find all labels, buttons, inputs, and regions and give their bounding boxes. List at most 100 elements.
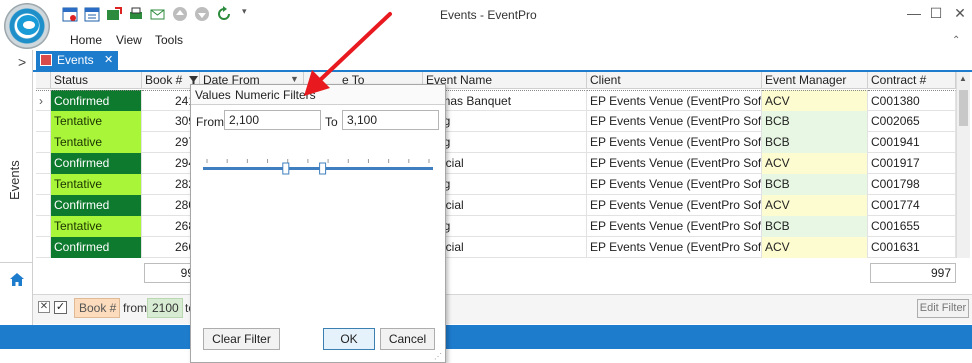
event-manager-cell[interactable]: BCB (762, 132, 868, 153)
row-indicator[interactable] (36, 111, 51, 132)
menu-tools[interactable]: Tools (155, 33, 183, 47)
event-name-cell[interactable]: Social (423, 237, 587, 258)
table-row[interactable]: Confirmed 266 Social EP Events Venue (Event… (36, 237, 956, 258)
status-cell[interactable]: Confirmed (51, 237, 142, 258)
contract-cell[interactable]: C001631 (868, 237, 956, 258)
status-cell[interactable]: Tentative (51, 216, 142, 237)
table-row[interactable]: Tentative268tingEP Events Venue (EventPr… (36, 216, 956, 237)
new-calendar-icon[interactable] (62, 6, 78, 22)
status-cell[interactable]: Confirmed (51, 90, 142, 111)
row-indicator[interactable] (36, 153, 51, 174)
minimize-button[interactable]: — (904, 4, 924, 22)
column-header-contract[interactable]: Contract # (868, 72, 956, 89)
slider-low-handle[interactable] (282, 162, 290, 175)
event-manager-cell[interactable]: ACV (762, 90, 868, 111)
event-manager-cell[interactable]: ACV (762, 195, 868, 216)
up-arrow-icon[interactable] (172, 6, 188, 22)
table-row[interactable]: Tentative297tingEP Events Venue (EventPr… (36, 132, 956, 153)
close-button[interactable]: ✕ (950, 4, 970, 22)
export-icon[interactable] (106, 6, 122, 22)
tab-values[interactable]: Values (195, 88, 231, 102)
table-row[interactable]: Tentative282tingEP Events Venue (EventPr… (36, 174, 956, 195)
client-cell[interactable]: EP Events Venue (EventPro Soft... (587, 153, 762, 174)
row-indicator[interactable] (36, 132, 51, 153)
status-cell[interactable]: Tentative (51, 132, 142, 153)
ok-button[interactable]: OK (323, 328, 375, 350)
slider-track[interactable] (203, 167, 433, 170)
filter-from-value[interactable]: 2100 (147, 298, 183, 318)
event-manager-cell[interactable]: ACV (762, 153, 868, 174)
resize-grip-icon[interactable]: ⋰ (434, 352, 442, 361)
contract-cell[interactable]: C001941 (868, 132, 956, 153)
filter-field-token[interactable]: Book # (74, 298, 120, 318)
client-cell[interactable]: EP Events Venue (EventPro Soft... (587, 174, 762, 195)
event-name-cell[interactable]: Social (423, 153, 587, 174)
table-row[interactable]: Confirmed 294 Social EP Events Venue (Event… (36, 153, 956, 174)
client-cell[interactable]: EP Events Venue (EventPro Soft... (587, 216, 762, 237)
row-indicator[interactable] (36, 237, 51, 258)
status-cell[interactable]: Confirmed (51, 195, 142, 216)
expand-pane-icon[interactable]: > (18, 54, 26, 70)
customize-toolbar-icon[interactable]: ▾ (242, 6, 247, 17)
clear-filter-button[interactable]: Clear Filter (203, 328, 280, 350)
home-icon[interactable] (10, 273, 24, 289)
maximize-button[interactable]: ☐ (926, 4, 946, 22)
client-cell[interactable]: EP Events Venue (EventPro Soft... (587, 237, 762, 258)
event-manager-cell[interactable]: BCB (762, 174, 868, 195)
collapse-ribbon-icon[interactable]: ⌃ (952, 35, 960, 46)
clear-filter-icon[interactable]: ✕ (38, 301, 50, 313)
status-cell[interactable]: Confirmed (51, 153, 142, 174)
event-manager-cell[interactable]: ACV (762, 237, 868, 258)
event-manager-cell[interactable]: BCB (762, 111, 868, 132)
print-icon[interactable] (128, 6, 144, 22)
range-slider[interactable] (203, 145, 433, 175)
refresh-icon[interactable] (216, 6, 232, 22)
scroll-up-icon[interactable]: ▲ (959, 74, 967, 83)
row-indicator[interactable] (36, 216, 51, 237)
client-cell[interactable]: EP Events Venue (EventPro Soft... (587, 111, 762, 132)
tab-events[interactable]: Events ✕ (36, 51, 118, 70)
vertical-scrollbar[interactable]: ▲ (956, 72, 970, 258)
event-name-cell[interactable]: stmas Banquet (423, 90, 587, 111)
row-indicator[interactable] (36, 174, 51, 195)
event-name-cell[interactable]: ting (423, 111, 587, 132)
down-arrow-icon[interactable] (194, 6, 210, 22)
contract-cell[interactable]: C001798 (868, 174, 956, 195)
edit-filter-button[interactable]: Edit Filter (917, 299, 969, 318)
status-cell[interactable]: Tentative (51, 111, 142, 132)
contract-cell[interactable]: C001917 (868, 153, 956, 174)
filter-enabled-checkbox[interactable]: ✓ (54, 301, 67, 314)
column-header-event-name[interactable]: Event Name (423, 72, 587, 89)
menu-view[interactable]: View (116, 33, 142, 47)
status-cell[interactable]: Tentative (51, 174, 142, 195)
table-row[interactable]: Tentative309tingEP Events Venue (EventPr… (36, 111, 956, 132)
contract-cell[interactable]: C001380 (868, 90, 956, 111)
cancel-button[interactable]: Cancel (380, 328, 435, 350)
menu-home[interactable]: Home (70, 33, 102, 47)
calendar-list-icon[interactable] (84, 6, 100, 22)
column-header-status[interactable]: Status (51, 72, 142, 89)
table-row[interactable]: Confirmed 280 Social EP Events Venue (Event… (36, 195, 956, 216)
from-input[interactable]: 2,100 (224, 110, 321, 130)
to-input[interactable]: 3,100 (342, 110, 439, 130)
event-name-cell[interactable]: ting (423, 216, 587, 237)
row-indicator[interactable] (36, 195, 51, 216)
email-icon[interactable] (150, 6, 166, 22)
contract-cell[interactable]: C001655 (868, 216, 956, 237)
scrollbar-thumb[interactable] (959, 90, 968, 126)
slider-high-handle[interactable] (319, 162, 327, 175)
table-row[interactable]: › Confirmed 241 stmas Banquet EP Events Venu… (36, 90, 956, 111)
event-name-cell[interactable]: ting (423, 132, 587, 153)
column-header-client[interactable]: Client (587, 72, 762, 89)
column-header-event-manager[interactable]: Event Manager (762, 72, 868, 89)
event-name-cell[interactable]: ting (423, 174, 587, 195)
client-cell[interactable]: EP Events Venue (EventPro Soft... (587, 90, 762, 111)
contract-cell[interactable]: C001774 (868, 195, 956, 216)
client-cell[interactable]: EP Events Venue (EventPro Soft... (587, 132, 762, 153)
tab-close-icon[interactable]: ✕ (104, 53, 113, 66)
event-name-cell[interactable]: Social (423, 195, 587, 216)
row-indicator[interactable]: › (36, 90, 51, 111)
client-cell[interactable]: EP Events Venue (EventPro Soft... (587, 195, 762, 216)
event-manager-cell[interactable]: BCB (762, 216, 868, 237)
contract-cell[interactable]: C002065 (868, 111, 956, 132)
